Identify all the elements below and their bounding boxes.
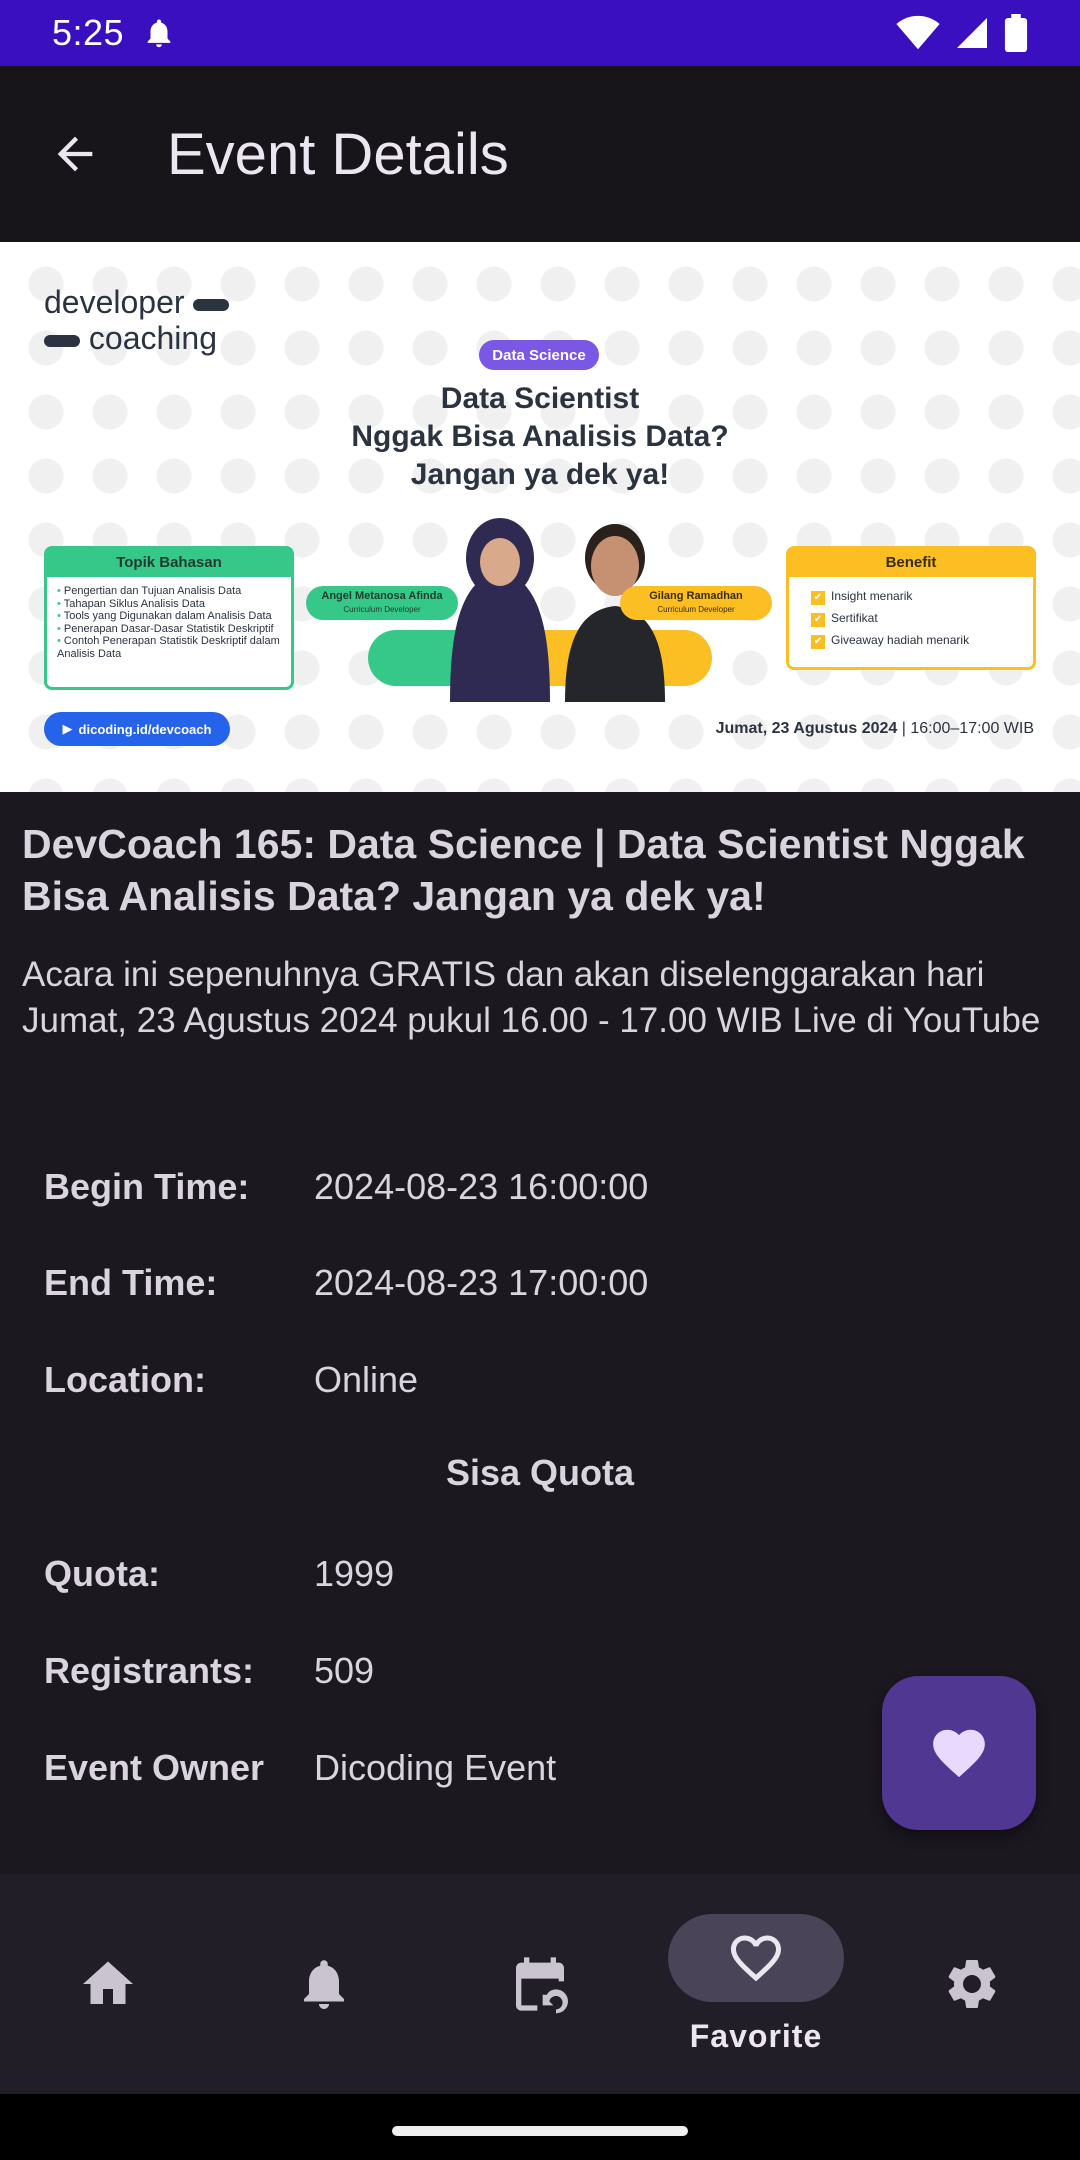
topic-item: Tahapan Siklus Analisis Data	[57, 598, 285, 611]
speaker-2-label: Gilang Ramadhan Curriculum Developer	[620, 586, 772, 620]
end-time-row: End Time: 2024-08-23 17:00:00	[44, 1258, 1044, 1308]
status-bar: 5:25	[0, 0, 1080, 66]
banner-title-line: Data Scientist	[440, 382, 640, 415]
quota-label: Quota:	[44, 1553, 160, 1594]
quota-row: Quota: 1999	[44, 1549, 1044, 1599]
benefit-heading: Benefit	[789, 549, 1033, 577]
speaker-1-role: Curriculum Developer	[343, 605, 421, 614]
speaker-1-label: Angel Metanosa Afinda Curriculum Develop…	[306, 586, 458, 620]
banner-link-text: dicoding.id/devcoach	[78, 721, 212, 737]
event-title: DevCoach 165: Data Science | Data Scient…	[22, 821, 1025, 919]
heart-icon	[731, 1935, 781, 1981]
nav-label-favorite: Favorite	[689, 2017, 823, 2054]
begin-time-value: 2024-08-23 16:00:00	[314, 1166, 649, 1207]
nav-item-past-events[interactable]	[432, 1874, 648, 2094]
category-tag: Data Science	[479, 340, 599, 370]
nav-active-indicator	[668, 1913, 844, 2002]
back-button[interactable]	[27, 106, 123, 202]
topic-item: Pengertian dan Tujuan Analisis Data	[57, 585, 285, 598]
registrants-label: Registrants:	[44, 1650, 255, 1691]
status-time: 5:25	[52, 12, 125, 53]
location-value: Online	[314, 1359, 419, 1400]
arrow-back-icon	[57, 136, 93, 172]
banner-title: Data Scientist Nggak Bisa Analisis Data?…	[300, 380, 780, 494]
banner-link-pill: ▶ dicoding.id/devcoach	[44, 712, 230, 746]
event-owner-label: Event Owner	[44, 1747, 265, 1788]
topic-item: Tools yang Digunakan dalam Analisis Data	[57, 610, 285, 623]
nav-item-notifications[interactable]	[216, 1874, 432, 2094]
benefit-box: Benefit Insight menarik Sertifikat Givea…	[786, 546, 1036, 670]
bottom-navigation: Favorite	[0, 1874, 1080, 2094]
registrants-value: 509	[314, 1650, 375, 1691]
banner-title-line: Nggak Bisa Analisis Data?	[351, 420, 729, 453]
topic-item: Penerapan Dasar-Dasar Statistik Deskript…	[57, 623, 285, 636]
quota-value: 1999	[314, 1553, 395, 1594]
top-app-bar: Event Details	[0, 66, 1080, 242]
nav-item-settings[interactable]	[864, 1874, 1080, 2094]
notification-bell-icon	[147, 19, 171, 48]
battery-icon	[1004, 14, 1028, 52]
event-owner-value: Dicoding Event	[314, 1747, 557, 1788]
speaker-2-role: Curriculum Developer	[657, 605, 735, 614]
banner-title-line: Jangan ya dek ya!	[410, 458, 670, 491]
begin-time-label: Begin Time:	[44, 1166, 250, 1207]
nav-item-home[interactable]	[0, 1874, 216, 2094]
event-banner-image: developer coaching Data Science Data Sci…	[0, 242, 1080, 792]
event-summary: Acara ini sepenuhnya GRATIS dan akan dis…	[22, 955, 1041, 1040]
begin-time-row: Begin Time: 2024-08-23 16:00:00	[44, 1162, 1044, 1212]
banner-date-time: | 16:00–17:00 WIB	[897, 720, 1034, 737]
location-label: Location:	[44, 1359, 206, 1400]
heart-filled-icon	[933, 1729, 985, 1778]
gear-icon	[948, 1960, 996, 2008]
favorite-fab[interactable]	[882, 1676, 1036, 1830]
topics-heading: Topik Bahasan	[47, 549, 291, 577]
end-time-value: 2024-08-23 17:00:00	[314, 1262, 649, 1303]
topics-list: Pengertian dan Tujuan Analisis Data Taha…	[47, 577, 291, 660]
benefit-item: Insight menarik	[831, 585, 1033, 607]
wifi-icon	[896, 15, 940, 50]
banner-date-day: Jumat, 23 Agustus 2024	[715, 720, 898, 737]
topics-box: Topik Bahasan Pengertian dan Tujuan Anal…	[44, 546, 294, 690]
page-title: Event Details	[167, 121, 509, 187]
speaker-1-name: Angel Metanosa Afinda	[321, 590, 443, 602]
bell-icon	[304, 1960, 344, 2009]
home-gesture-handle[interactable]	[392, 2126, 688, 2136]
brand-line1: developer	[44, 284, 185, 320]
topic-item: Contoh Penerapan Statistik Deskriptif da…	[57, 635, 285, 660]
location-row: Location: Online	[44, 1355, 1044, 1405]
devcoach-logo: developer coaching	[44, 284, 230, 356]
speaker-2-name: Gilang Ramadhan	[649, 590, 743, 602]
calendar-history-icon	[516, 1957, 568, 2014]
brand-line2: coaching	[88, 320, 217, 356]
play-icon: ▶	[62, 721, 73, 736]
nav-item-favorite[interactable]: Favorite	[648, 1874, 864, 2094]
end-time-label: End Time:	[44, 1262, 218, 1303]
home-icon	[83, 1961, 133, 2004]
cellular-signal-icon	[957, 18, 987, 48]
banner-date: Jumat, 23 Agustus 2024 | 16:00–17:00 WIB	[716, 720, 1034, 738]
benefit-item: Giveaway hadiah menarik	[831, 629, 1033, 651]
benefit-item: Sertifikat	[831, 607, 1033, 629]
benefit-list: Insight menarik Sertifikat Giveaway hadi…	[789, 577, 1033, 651]
quota-section-heading: Sisa Quota	[445, 1452, 635, 1493]
